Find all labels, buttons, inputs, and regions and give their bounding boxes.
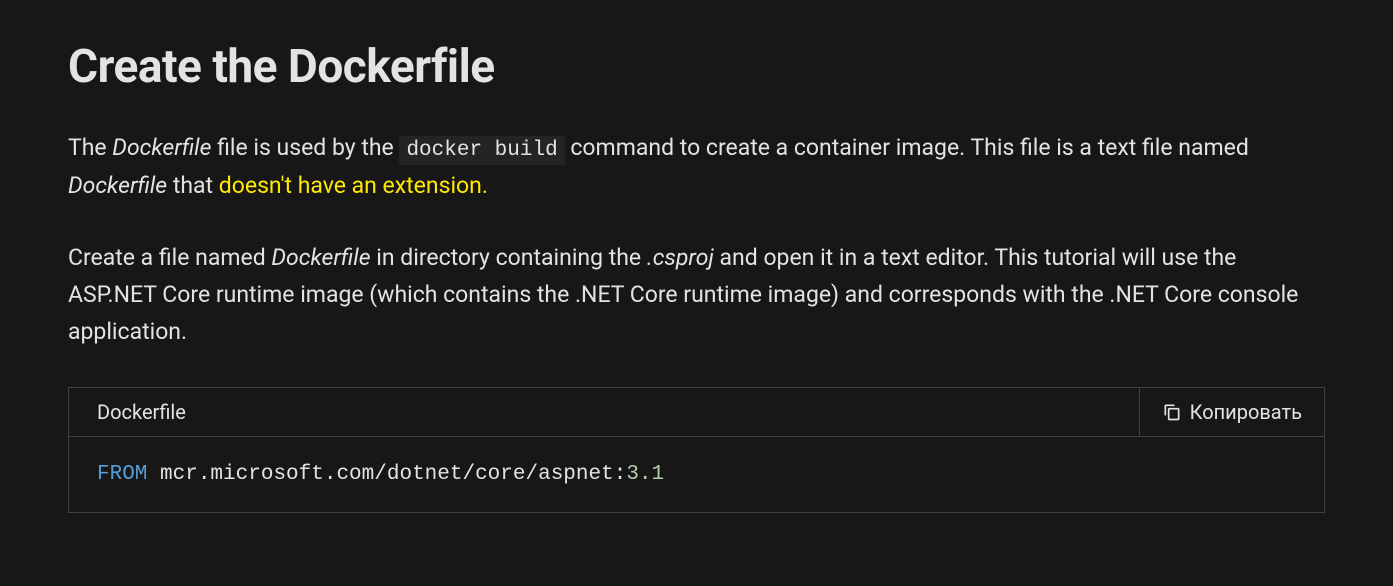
copy-button[interactable]: Копировать [1139,388,1324,436]
text-fragment: The [68,134,112,161]
paragraph-intro: The Dockerfile file is used by the docke… [68,130,1325,204]
text-fragment: in directory containing the [371,244,647,271]
text-fragment: that [167,172,219,199]
text-fragment: Create a file named [68,244,271,271]
copy-button-label: Копировать [1190,400,1302,424]
text-fragment: file is used by the [211,134,399,161]
csproj-term: .csproj [647,244,714,271]
code-keyword-from: FROM [97,463,147,486]
code-version: 3.1 [626,463,664,486]
docker-build-command: docker build [399,136,564,165]
code-block: Dockerfile Копировать FROM mcr.microsoft… [68,387,1325,513]
dockerfile-term: Dockerfile [68,172,167,199]
page-heading: Create the Dockerfile [68,40,1325,94]
copy-icon [1162,402,1182,422]
code-language-label: Dockerfile [69,388,214,436]
code-content: FROM mcr.microsoft.com/dotnet/core/aspne… [69,437,1324,512]
paragraph-instructions: Create a file named Dockerfile in direct… [68,240,1325,350]
dockerfile-term: Dockerfile [271,244,370,271]
dockerfile-term: Dockerfile [112,134,211,161]
code-header: Dockerfile Копировать [69,388,1324,437]
code-text: mcr.microsoft.com/dotnet/core/aspnet: [147,463,626,486]
text-fragment: command to create a container image. Thi… [565,134,1249,161]
highlighted-text: doesn't have an extension. [219,172,488,199]
